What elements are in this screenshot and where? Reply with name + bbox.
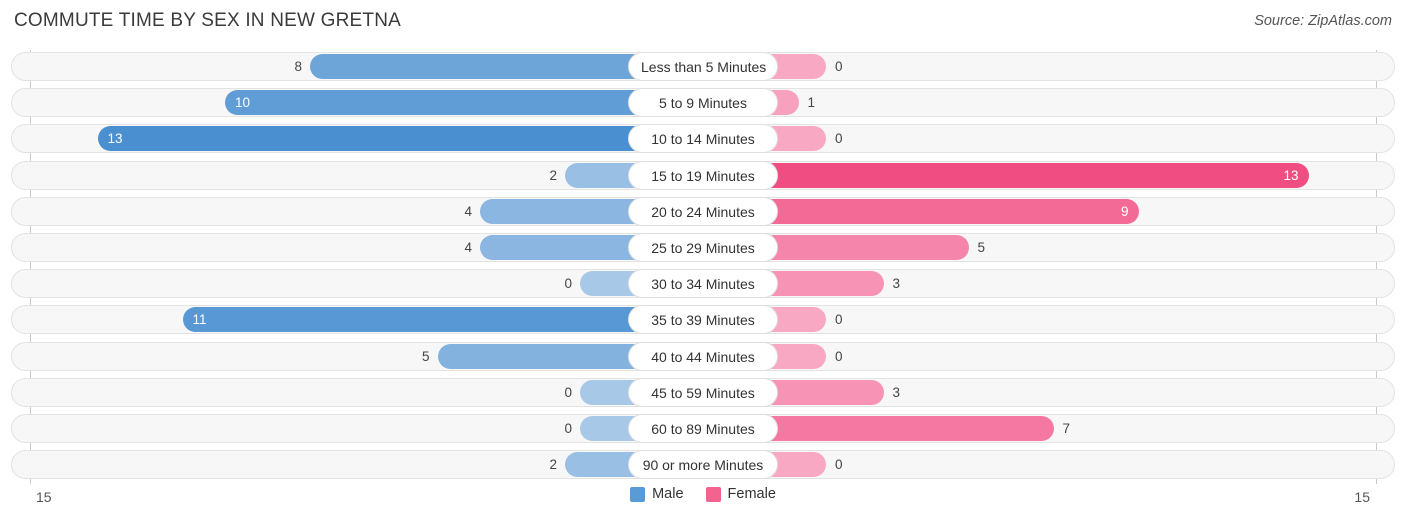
bar-value-male: 0 (564, 384, 572, 400)
bar-value-male: 10 (235, 95, 251, 111)
legend-item-female[interactable]: Female (705, 486, 776, 502)
bar-value-male: 13 (107, 131, 123, 147)
source-attribution: Source: ZipAtlas.com (1254, 13, 1392, 29)
bar-female (756, 198, 1139, 224)
bar-value-male: 2 (549, 167, 557, 183)
category-label: 25 to 29 Minutes (628, 233, 778, 262)
bar-value-male: 5 (421, 348, 430, 364)
category-label: 5 to 9 Minutes (628, 88, 778, 118)
page-title: COMMUTE TIME BY SEX IN NEW GRETNA (14, 10, 401, 31)
category-label: 15 to 19 Minutes (628, 160, 778, 190)
category-label: 60 to 89 Minutes (628, 414, 778, 443)
bar-value-female: 0 (835, 131, 843, 147)
bar-value-female: 3 (892, 276, 901, 292)
category-label: 40 to 44 Minutes (628, 341, 778, 371)
bar-value-female: 0 (835, 457, 843, 473)
bar-value-male: 4 (464, 203, 472, 219)
bar-male (437, 343, 650, 369)
bar-value-female: 9 (1120, 203, 1129, 219)
bar-male (182, 307, 650, 333)
category-label: 30 to 34 Minutes (628, 269, 778, 299)
bar-value-male: 0 (564, 276, 572, 292)
bar-value-female: 13 (1283, 167, 1299, 183)
legend-item-male[interactable]: Male (630, 486, 684, 502)
bar-male (480, 235, 650, 260)
category-label: 20 to 24 Minutes (628, 196, 778, 226)
category-label: 45 to 59 Minutes (628, 377, 778, 407)
bar-female (756, 416, 1054, 441)
bar-value-male: 2 (549, 457, 557, 473)
legend-label: Male (652, 486, 684, 502)
legend-swatch-icon (705, 486, 721, 502)
bar-value-male: 0 (564, 421, 572, 436)
category-label: 10 to 14 Minutes (628, 124, 778, 154)
legend-label: Female (727, 486, 776, 502)
bar-value-female: 5 (977, 240, 986, 255)
category-label: 35 to 39 Minutes (628, 305, 778, 335)
bar-value-female: 7 (1062, 421, 1071, 436)
bar-value-female: 0 (835, 312, 843, 328)
bar-male (97, 126, 650, 152)
legend-swatch-icon (630, 486, 646, 502)
category-label: 90 or more Minutes (628, 450, 778, 480)
chart-legend: Male Female (0, 486, 1406, 502)
bar-value-female: 1 (807, 95, 816, 111)
bar-value-male: 8 (294, 59, 302, 74)
bar-female (756, 235, 969, 260)
bar-value-female: 3 (892, 384, 901, 400)
chart-container: COMMUTE TIME BY SEX IN NEW GRETNA Source… (0, 0, 1406, 523)
bar-female (756, 162, 1309, 188)
bar-value-male: 11 (192, 312, 207, 328)
bar-male (480, 198, 650, 224)
bar-value-male: 4 (464, 240, 472, 255)
bar-male (225, 90, 650, 116)
bar-value-female: 0 (835, 348, 843, 364)
bar-value-female: 0 (835, 59, 843, 74)
category-label: Less than 5 Minutes (628, 52, 778, 81)
plot-area: 8 0 Less than 5 Minutes 10 1 5 to 9 Minutes 13… (0, 50, 1406, 484)
bar-male (310, 54, 650, 79)
